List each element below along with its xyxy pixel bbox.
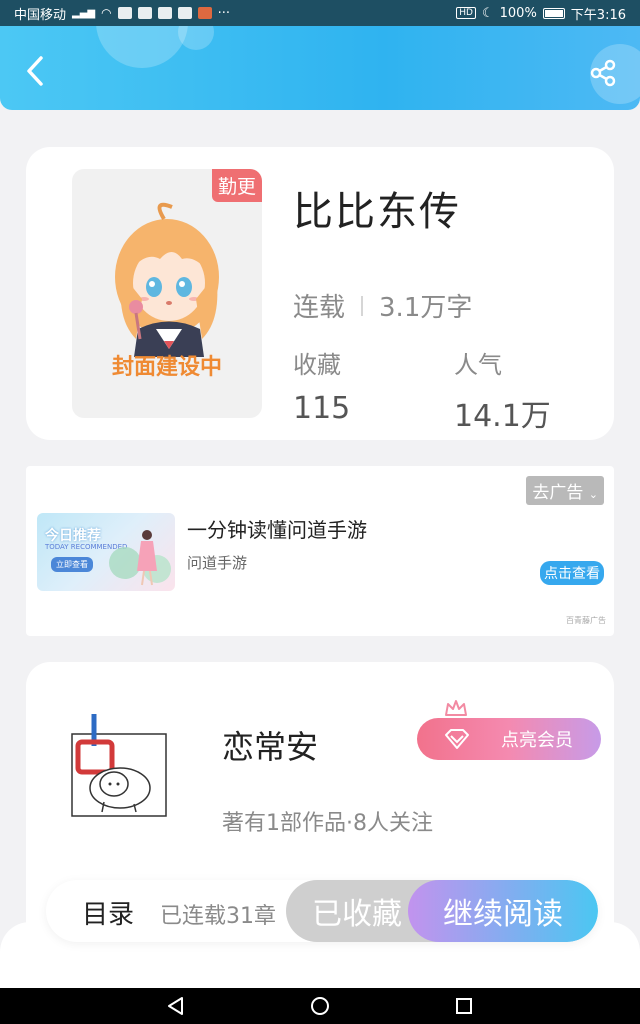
diamond-icon <box>445 729 469 749</box>
ad-title[interactable]: 一分钟读懂问道手游 <box>187 514 367 543</box>
ad-image[interactable]: 今日推荐 TODAY RECOMMENDED 立即查看 <box>37 513 175 591</box>
serial-status: 连载 <box>293 293 346 323</box>
popularity-label: 人气 <box>454 351 502 379</box>
chevron-down-icon: ⌄ <box>588 488 598 501</box>
ad-figure-illustration <box>109 530 171 586</box>
app-notification-icon <box>137 7 152 19</box>
update-badge: 勤更 <box>211 169 262 202</box>
battery-percent: 100% <box>499 5 537 21</box>
book-status-row: 连载 3.1万字 <box>293 287 472 324</box>
share-icon <box>590 59 616 87</box>
moon-icon: ☾ <box>481 5 494 21</box>
clock: 下午3:16 <box>570 7 626 23</box>
nav-home-icon[interactable] <box>310 996 330 1016</box>
decor-bubble <box>178 26 214 50</box>
battery-icon <box>542 7 565 19</box>
ad-banner[interactable]: 去广告 ⌄ 今日推荐 TODAY RECOMMENDED 立即查看 一分钟读懂问… <box>26 466 614 636</box>
popularity-value: 14.1万 <box>454 399 551 434</box>
author-avatar[interactable] <box>64 712 194 832</box>
collect-value: 115 <box>293 391 351 426</box>
decor-bubble <box>96 26 188 68</box>
author-name[interactable]: 恋常安 <box>222 722 318 768</box>
ad-image-title: 今日推荐 <box>45 528 101 544</box>
back-arrow-icon <box>27 56 43 86</box>
remove-ad-button[interactable]: 去广告 ⌄ <box>526 476 604 505</box>
hd-icon: HD <box>456 7 476 19</box>
system-nav-bar <box>0 988 640 1024</box>
divider <box>361 295 364 316</box>
book-title: 比比东传 <box>293 189 461 235</box>
ad-image-button: 立即查看 <box>51 557 93 572</box>
wifi-icon: ◠ <box>101 6 112 20</box>
vip-activate-button[interactable]: 点亮会员 <box>417 718 601 760</box>
app-notification-icon <box>117 7 132 19</box>
carrier-label: 中国移动 <box>14 7 67 23</box>
app-notification-icon <box>157 7 172 19</box>
bottom-action-bar: 目录 已连载31章 已收藏 继续阅读 <box>46 880 598 942</box>
share-button[interactable] <box>586 56 620 90</box>
author-stats: 著有1部作品·8人关注 <box>222 811 433 836</box>
nav-back-icon[interactable] <box>166 996 186 1016</box>
header-bar <box>0 26 640 110</box>
ad-source: 问道手游 <box>187 554 248 572</box>
continue-reading-button[interactable]: 继续阅读 <box>408 880 598 942</box>
toc-button[interactable]: 目录 <box>82 894 134 931</box>
book-cover[interactable]: 勤更 封面建设中 <box>72 169 262 418</box>
collect-label: 收藏 <box>293 351 341 379</box>
ad-view-button[interactable]: 点击查看 <box>540 561 604 585</box>
cover-placeholder-text: 封面建设中 <box>111 355 222 380</box>
vip-button-label: 点亮会员 <box>501 730 573 751</box>
book-info-card: 勤更 封面建设中 比比东传 连载 3.1万字 收藏 115 人气 14.1万 <box>26 147 614 440</box>
back-button[interactable] <box>18 54 52 88</box>
more-notifications-icon: ··· <box>217 5 230 21</box>
app-notification-icon <box>177 7 192 19</box>
signal-icon: ▂▄▆ <box>72 7 96 19</box>
remove-ad-label: 去广告 <box>532 483 584 503</box>
chapter-progress[interactable]: 已连载31章 <box>160 898 276 930</box>
word-count: 3.1万字 <box>379 293 473 323</box>
ad-provider-tag: 百青藤广告 <box>566 616 606 625</box>
anime-girl-illustration <box>115 202 219 357</box>
crown-icon <box>445 700 467 716</box>
app-notification-icon <box>197 7 212 19</box>
status-bar: 中国移动 ▂▄▆ ◠ ··· HD ☾ 100% 下午3:16 <box>0 0 640 26</box>
nav-recents-icon[interactable] <box>454 996 474 1016</box>
